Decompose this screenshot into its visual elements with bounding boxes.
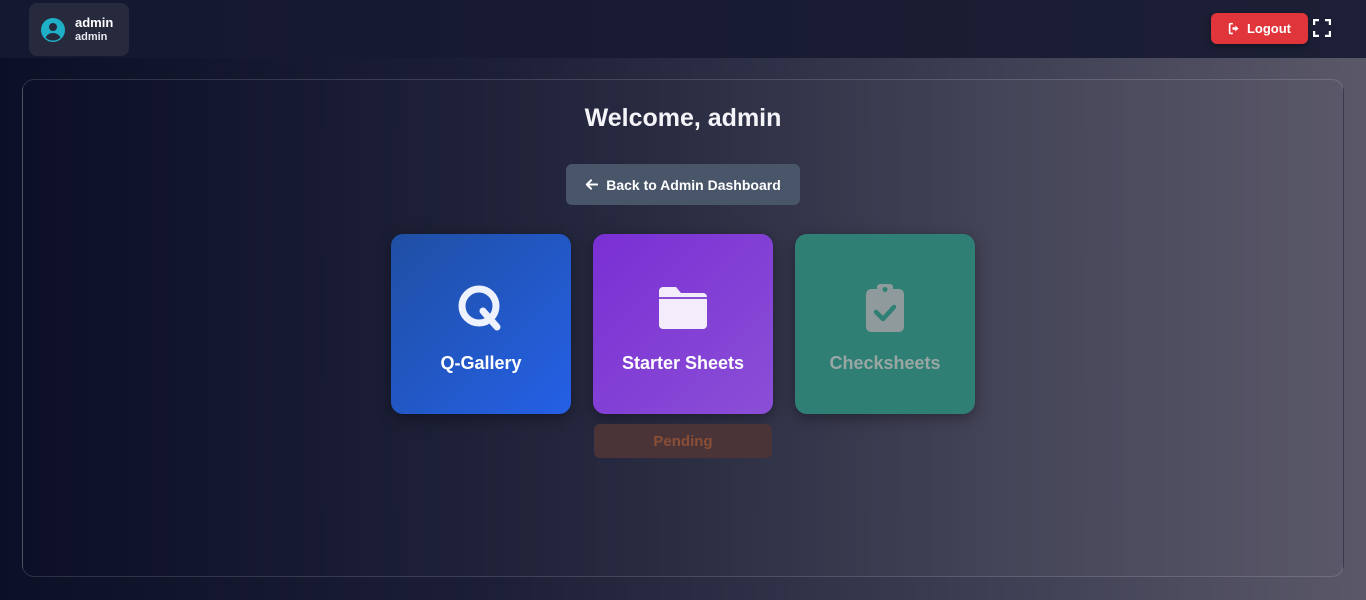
- starter-sheets-label: Starter Sheets: [621, 353, 745, 373]
- top-bar: admin admin Logout: [0, 0, 1366, 58]
- user-profile-chip[interactable]: admin admin: [29, 3, 129, 56]
- back-button-label: Back to Admin Dashboard: [606, 176, 781, 193]
- sign-out-icon: [1228, 22, 1239, 35]
- welcome-heading: Welcome, admin: [584, 104, 782, 132]
- starter-sheets-card[interactable]: Starter Sheets: [593, 234, 773, 414]
- q-gallery-label: Q-Gallery: [440, 353, 522, 373]
- folder-icon: [655, 282, 711, 334]
- back-to-dashboard-button[interactable]: Back to Admin Dashboard: [566, 164, 800, 205]
- pending-status-badge: Pending: [594, 424, 772, 458]
- user-role: admin: [75, 30, 108, 43]
- arrow-left-icon: [586, 179, 599, 190]
- user-avatar-icon: [41, 17, 65, 42]
- fullscreen-icon[interactable]: [1313, 19, 1331, 37]
- clipboard-check-icon: [857, 282, 913, 334]
- logout-button[interactable]: Logout: [1211, 13, 1308, 44]
- checksheets-card[interactable]: Checksheets: [795, 234, 975, 414]
- user-name-block: admin admin: [75, 14, 114, 44]
- q-gallery-card[interactable]: Q-Gallery: [391, 234, 571, 414]
- checksheets-label: Checksheets: [829, 353, 941, 373]
- logout-label: Logout: [1246, 21, 1292, 36]
- user-name: admin: [75, 14, 114, 30]
- q-icon: [453, 282, 509, 334]
